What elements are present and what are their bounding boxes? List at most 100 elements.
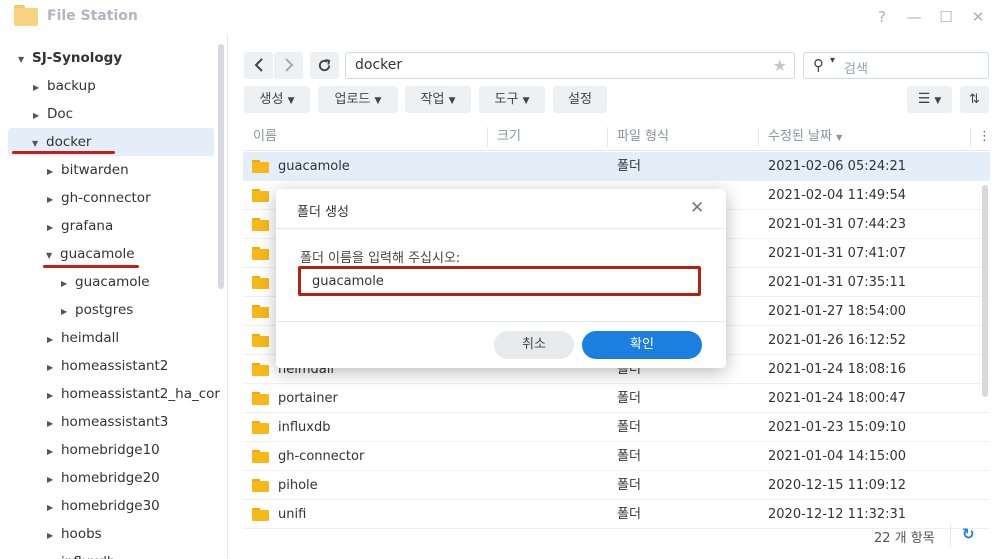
folder-icon	[252, 479, 269, 492]
tree-item-postgres[interactable]: ▶ postgres	[61, 296, 133, 324]
file-modified-date: 2021-02-06 05:24:21	[768, 159, 907, 174]
folder-icon	[252, 508, 269, 521]
file-modified-date: 2021-01-31 07:41:07	[768, 246, 907, 261]
table-row[interactable]: unifi 폴더 2020-12-12 11:32:31	[243, 500, 990, 529]
folder-icon	[252, 334, 269, 347]
dialog-close-icon[interactable]: ✕	[690, 198, 704, 218]
action-button[interactable]: 작업 ▼	[405, 86, 471, 113]
column-menu-icon[interactable]: ⋮	[970, 123, 991, 151]
caret-right-icon: ▶	[47, 419, 54, 428]
file-type: 폴더	[617, 391, 641, 406]
tree-item-heimdall[interactable]: ▶ heimdall	[47, 324, 119, 352]
tree-item-homeassistant3[interactable]: ▶ homeassistant3	[47, 408, 168, 436]
tree-item-homebridge20[interactable]: ▶ homebridge20	[47, 464, 160, 492]
tree-item-influxdb[interactable]: ▶influxdb	[47, 548, 116, 559]
caret-down-icon: ▼	[934, 96, 942, 106]
column-size[interactable]: 크기	[487, 123, 521, 151]
create-folder-dialog: 폴더 생성 ✕ 폴더 이름을 입력해 주십시오: 취소 확인	[276, 189, 726, 368]
search-input[interactable]: ⚲ ▾ 검색	[803, 52, 989, 79]
path-field[interactable]: docker ★	[345, 52, 795, 79]
file-name: pihole	[278, 478, 318, 493]
refresh-icon[interactable]: ↻	[962, 525, 975, 543]
tree-item-gh-connector[interactable]: ▶ gh-connector	[47, 184, 151, 212]
file-modified-date: 2021-01-26 16:12:52	[768, 333, 907, 348]
refresh-button[interactable]	[310, 52, 339, 79]
table-row[interactable]: guacamole 폴더 2021-02-06 05:24:21	[243, 152, 990, 181]
caret-right-icon: ▶	[33, 111, 40, 120]
close-icon[interactable]: ✕	[968, 7, 988, 27]
caret-right-icon: ▶	[47, 531, 54, 540]
tree-item-doc[interactable]: ▶ Doc	[33, 100, 73, 128]
file-modified-date: 2021-01-24 18:00:47	[768, 391, 907, 406]
caret-down-icon: ▼	[18, 55, 25, 64]
status-divider	[950, 524, 951, 546]
caret-down-icon: ▼	[287, 96, 295, 106]
sidebar-scrollbar[interactable]	[218, 44, 224, 289]
table-row[interactable]: portainer 폴더 2021-01-24 18:00:47	[243, 384, 990, 413]
tree-root[interactable]: ▼ SJ-Synology	[18, 44, 122, 72]
file-modified-date: 2021-02-04 11:49:54	[768, 188, 907, 203]
tree-item-hoobs[interactable]: ▶ hoobs	[47, 520, 102, 548]
help-icon[interactable]: ?	[872, 7, 892, 27]
upload-button[interactable]: 업로드 ▼	[318, 86, 398, 113]
file-type: 폴더	[617, 478, 641, 493]
caret-right-icon: ▶	[47, 167, 54, 176]
tree-item-homeassistant2-ha-cor[interactable]: ▶ homeassistant2_ha_cor	[47, 380, 220, 408]
tree-item-guacamole-sub[interactable]: ▶ guacamole	[61, 268, 150, 296]
file-modified-date: 2021-01-23 15:09:10	[768, 420, 907, 435]
file-modified-date: 2020-12-12 11:32:31	[768, 507, 907, 522]
tree-item-guacamole[interactable]: ▼ guacamole	[46, 240, 135, 268]
annotation-underline	[12, 151, 115, 154]
table-row[interactable]: gh-connector 폴더 2021-01-04 14:15:00	[243, 442, 990, 471]
file-modified-date: 2021-01-31 07:44:23	[768, 217, 907, 232]
minimize-icon[interactable]: —	[904, 7, 924, 27]
tree-item-grafana[interactable]: ▶ grafana	[47, 212, 113, 240]
forward-button[interactable]	[274, 52, 303, 79]
column-type[interactable]: 파일 형식	[607, 123, 669, 151]
caret-down-icon: ▼	[448, 96, 456, 106]
refresh-icon	[318, 58, 331, 72]
folder-icon	[252, 218, 269, 231]
file-name: portainer	[278, 391, 338, 406]
sidebar-tree: ▼ SJ-Synology ▶ backup ▶ Doc ▼ docker ▶ bitwa…	[0, 34, 228, 559]
file-type: 폴더	[617, 507, 641, 522]
folder-name-input[interactable]	[299, 268, 700, 294]
list-scrollbar[interactable]	[982, 185, 988, 397]
cancel-button[interactable]: 취소	[494, 331, 574, 359]
settings-button[interactable]: 설정	[553, 86, 607, 113]
sort-button[interactable]: ⇅	[960, 86, 989, 113]
back-button[interactable]	[244, 52, 273, 79]
file-name: unifi	[278, 507, 307, 522]
folder-icon	[252, 421, 269, 434]
maximize-icon[interactable]: ☐	[936, 7, 956, 27]
caret-right-icon: ▶	[47, 195, 54, 204]
search-icon: ⚲	[813, 56, 824, 74]
sort-icon: ⇅	[969, 92, 980, 107]
file-modified-date: 2021-01-31 07:35:11	[768, 275, 907, 290]
tools-button[interactable]: 도구 ▼	[479, 86, 545, 113]
window-title: File Station	[47, 8, 138, 24]
tree-item-homebridge30[interactable]: ▶ homebridge30	[47, 492, 160, 520]
tree-item-homeassistant2[interactable]: ▶ homeassistant2	[47, 352, 168, 380]
column-name[interactable]: 이름	[243, 123, 277, 151]
tree-item-bitwarden[interactable]: ▶ bitwarden	[47, 156, 129, 184]
caret-down-icon: ▼	[374, 96, 382, 106]
file-type: 폴더	[617, 420, 641, 435]
caret-right-icon: ▶	[33, 83, 40, 92]
file-name: guacamole	[278, 159, 350, 174]
file-modified-date: 2021-01-27 18:54:00	[768, 304, 907, 319]
dialog-title: 폴더 생성	[297, 205, 349, 220]
folder-icon	[252, 392, 269, 405]
caret-right-icon: ▶	[61, 307, 68, 316]
table-row[interactable]: influxdb 폴더 2021-01-23 15:09:10	[243, 413, 990, 442]
column-modified[interactable]: 수정된 날짜 ▼	[758, 123, 842, 151]
table-row[interactable]: pihole 폴더 2020-12-15 11:09:12	[243, 471, 990, 500]
view-mode-button[interactable]: ☰ ▼	[907, 86, 952, 113]
ok-button[interactable]: 확인	[582, 331, 702, 359]
tree-item-backup[interactable]: ▶ backup	[33, 72, 96, 100]
folder-icon	[252, 450, 269, 463]
tree-item-homebridge10[interactable]: ▶ homebridge10	[47, 436, 160, 464]
create-button[interactable]: 생성 ▼	[244, 86, 310, 113]
file-modified-date: 2021-01-24 18:08:16	[768, 362, 907, 377]
star-icon[interactable]: ★	[773, 53, 787, 78]
